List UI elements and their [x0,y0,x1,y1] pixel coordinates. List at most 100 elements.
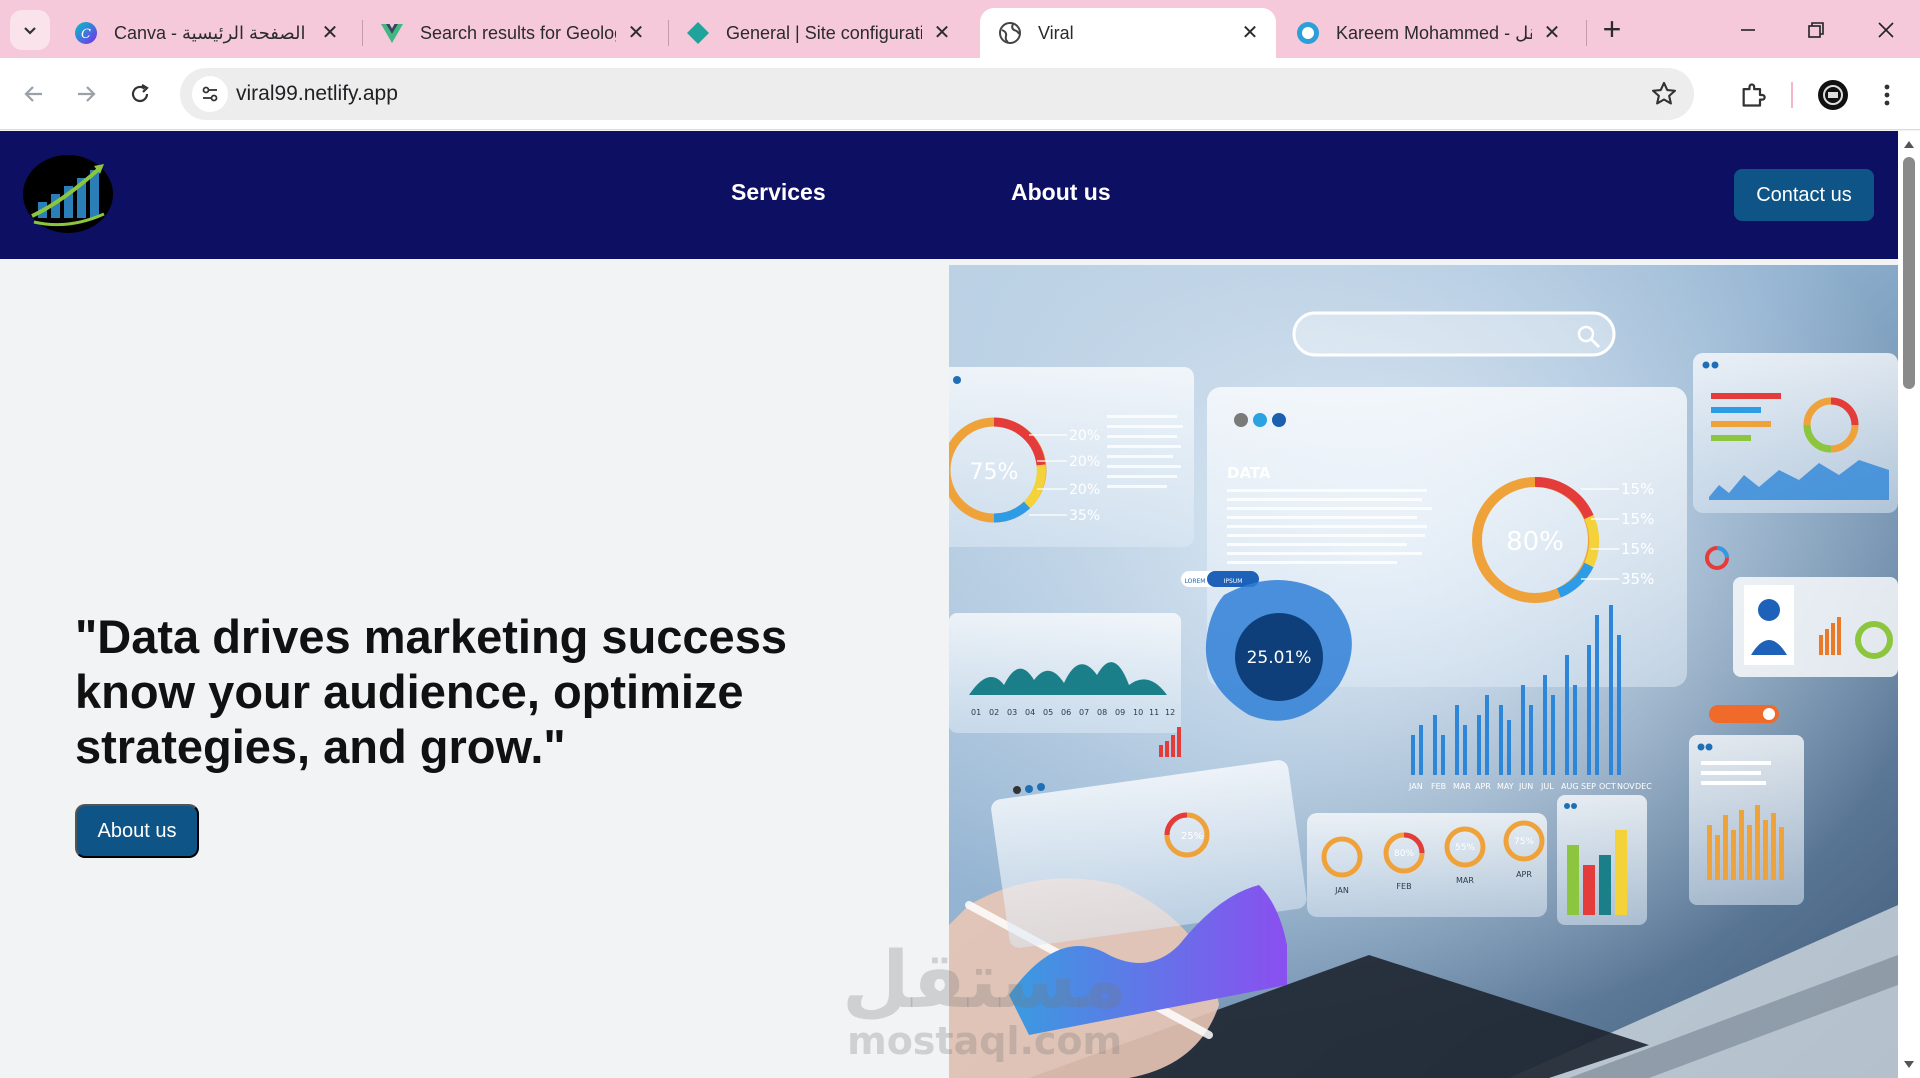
month-label: MAR [1453,782,1471,791]
contact-us-button[interactable]: Contact us [1734,169,1874,221]
donut-value: 35% [1621,570,1654,588]
small-gauge-label: FEB [1396,882,1411,891]
arrow-right-icon [78,86,96,102]
tag-label: IPSUM [1224,578,1243,585]
area-tick: 08 [1097,708,1107,717]
tab-search-results[interactable]: Search results for Geolog ✕ [362,8,662,58]
hero-about-us-button[interactable]: About us [75,804,199,858]
small-gauge-label: APR [1516,870,1532,879]
nav-about-link[interactable]: About us [1011,179,1111,206]
month-label: MAY [1497,782,1514,791]
scroll-up-arrow-icon[interactable] [1903,139,1915,149]
area-tick: 07 [1079,708,1089,717]
tab-search-button[interactable] [10,10,50,50]
mostaql-icon [1296,21,1320,45]
profile-button[interactable] [1816,78,1850,112]
watermark-latin: mostaql.com [847,1019,1123,1063]
hero-quote-line: know your audience, optimize [75,665,744,718]
gauge-value: 35% [1069,508,1100,524]
mostaql-watermark: مستقل mostaql.com [842,941,1127,1061]
puzzle-icon [1742,83,1766,107]
close-tab-icon[interactable]: ✕ [1540,21,1564,45]
gauge-value: 20% [1069,454,1100,470]
close-tab-icon[interactable]: ✕ [624,21,648,45]
bookmark-star-button[interactable] [1650,80,1678,108]
tab-site-configuration[interactable]: General | Site configurati ✕ [668,8,968,58]
close-tab-icon[interactable]: ✕ [1238,21,1262,45]
netlify-icon [686,21,710,45]
small-gauge-pct: 80% [1394,849,1414,859]
donut-value: 15% [1621,510,1654,528]
back-button[interactable] [16,76,52,112]
globe-icon [998,21,1022,45]
bar-chart-logo-icon [23,155,113,233]
tab-separator [1586,20,1587,46]
month-label: SEP [1581,782,1596,791]
extensions-button[interactable] [1736,78,1770,112]
month-label: NOV [1617,782,1635,791]
donut-value: 15% [1621,480,1654,498]
vue-icon [380,21,404,45]
area-tick: 04 [1025,708,1035,717]
site-logo[interactable] [22,154,114,234]
tag-label: LOREM [1185,578,1206,585]
toolbar-divider [1791,82,1793,108]
small-gauge-pct: 25% [1181,831,1203,842]
area-tick: 09 [1115,708,1125,717]
browser-tab-strip: C Canva - الصفحة الرئيسية ✕ Search resul… [0,0,1920,58]
tune-icon [202,86,218,102]
month-label: AUG [1561,782,1579,791]
canva-icon: C [74,21,98,45]
scrollbar-thumb[interactable] [1903,157,1915,389]
gauge-value: 20% [1069,482,1100,498]
site-info-button[interactable] [192,76,228,112]
area-tick: 12 [1165,708,1175,717]
nav-services-link[interactable]: Services [731,179,826,206]
minimize-button[interactable] [1726,12,1770,48]
close-tab-icon[interactable]: ✕ [318,21,342,45]
gauge-label: 75% [970,460,1019,485]
new-tab-button[interactable]: + [1596,13,1628,46]
scroll-down-arrow-icon[interactable] [1903,1060,1915,1070]
small-gauge-pct: 55% [1455,843,1475,853]
area-tick: 03 [1007,708,1017,717]
area-tick: 05 [1043,708,1053,717]
avatar-icon [1818,80,1848,110]
browser-menu-button[interactable] [1870,78,1904,112]
area-tick: 01 [971,708,981,717]
watermark-arabic: مستقل [842,936,1128,1026]
tab-kareem-mohammed[interactable]: Kareem Mohammed - مستقل ✕ [1278,8,1578,58]
blob-label: 25.01% [1247,648,1312,668]
page-scrollbar[interactable] [1898,131,1920,1078]
area-tick: 10 [1133,708,1143,717]
close-tab-icon[interactable]: ✕ [930,21,954,45]
month-label: JUN [1518,782,1533,791]
gauge-value: 20% [1069,428,1100,444]
small-gauge-label: MAR [1456,876,1474,885]
chevron-down-icon [24,27,36,35]
small-gauge-label: JAN [1334,886,1349,895]
hero-quote: "Data drives marketing success know your… [75,609,935,774]
forward-button[interactable] [68,76,104,112]
arrow-left-icon [24,86,42,102]
tab-canva[interactable]: C Canva - الصفحة الرئيسية ✕ [56,8,356,58]
svg-text:C: C [81,27,91,42]
tab-title: Canva - الصفحة الرئيسية [114,22,306,43]
donut-value: 15% [1621,540,1654,558]
hero-quote-line: strategies, and grow." [75,720,566,773]
tab-title: General | Site configurati [726,22,922,43]
site-header: Services About us Contact us [0,131,1898,259]
restore-button[interactable] [1794,12,1838,48]
close-icon [1878,22,1894,38]
browser-toolbar: viral99.netlify.app [0,58,1920,130]
reload-button[interactable] [122,76,158,112]
url-text[interactable]: viral99.netlify.app [236,82,398,106]
close-window-button[interactable] [1864,12,1908,48]
kebab-menu-icon [1884,84,1890,106]
address-bar[interactable]: viral99.netlify.app [180,68,1694,120]
tab-title: Search results for Geolog [420,22,616,43]
page-viewport: Services About us Contact us "Data drive… [0,131,1898,1078]
minimize-icon [1741,29,1755,31]
month-label: JUL [1540,782,1554,791]
tab-viral-active[interactable]: Viral ✕ [980,8,1276,58]
